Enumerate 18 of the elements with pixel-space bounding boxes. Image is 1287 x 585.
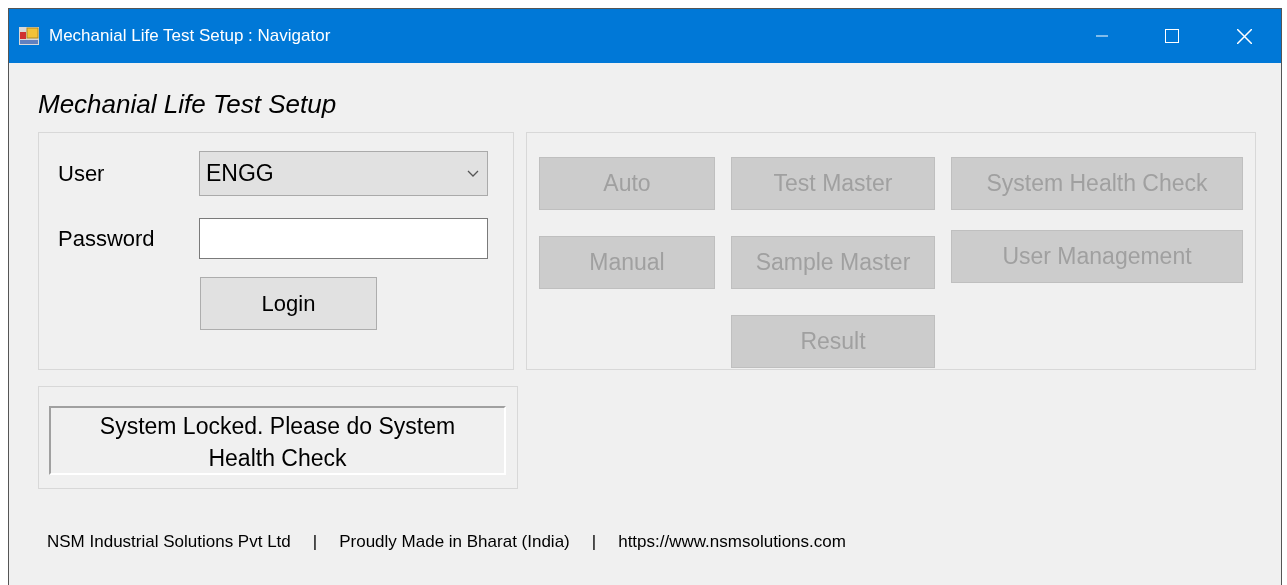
separator-text: |: [312, 531, 318, 553]
user-dropdown[interactable]: ENGG: [199, 151, 488, 196]
footer-text: NSM Industrial Solutions Pvt Ltd: [47, 531, 291, 553]
close-icon: [1236, 28, 1252, 44]
maximize-icon: [1165, 29, 1179, 43]
password-field[interactable]: [199, 218, 488, 259]
footer-text: Proudly Made in Bharat (India): [339, 531, 570, 553]
status-message: System Locked. Please do System Health Check: [49, 406, 506, 475]
separator-text: |: [591, 531, 597, 553]
login-button[interactable]: Login: [200, 277, 377, 330]
minimize-icon: [1096, 35, 1108, 37]
app-heading: Mechanial Life Test Setup: [38, 88, 337, 120]
footer-text: https://www.nsmsolutions.com: [618, 531, 846, 553]
window-title: Mechanial Life Test Setup : Navigator: [49, 25, 331, 48]
chevron-down-icon: [467, 169, 479, 178]
app-icon: [19, 27, 39, 45]
password-label: Password: [58, 225, 156, 253]
user-label: User: [58, 160, 106, 188]
